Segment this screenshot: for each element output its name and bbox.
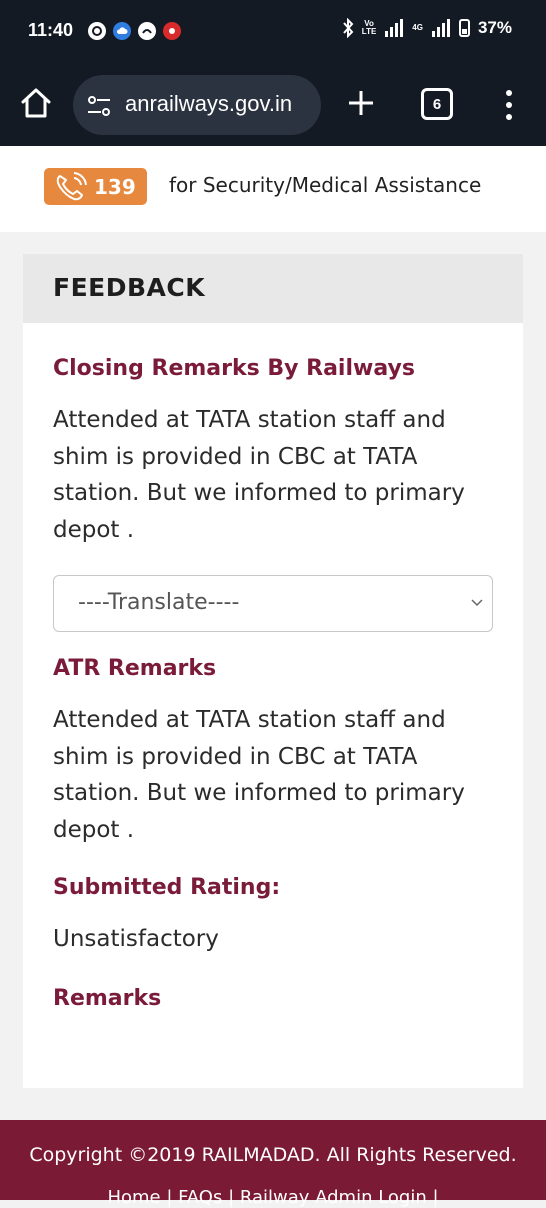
footer: Copyright ©2019 RAILMADAD. All Rights Re…: [0, 1120, 546, 1208]
notification-icon-3: [138, 22, 156, 40]
footer-links[interactable]: Home | FAQs | Railway Admin Login |: [0, 1187, 546, 1208]
atr-remarks-heading: ATR Remarks: [53, 656, 217, 681]
page-content: 139 for Security/Medical Assistance FEED…: [0, 146, 546, 1120]
phone-icon: [56, 171, 87, 200]
battery-percent: 37%: [477, 18, 512, 37]
network-4g-indicator: 4G: [412, 23, 423, 32]
browser-toolbar: anrailways.gov.in 6: [0, 64, 546, 146]
address-bar[interactable]: anrailways.gov.in: [73, 75, 321, 135]
feedback-header: FEEDBACK: [23, 254, 523, 323]
submitted-rating-value: Unsatisfactory: [53, 926, 219, 952]
submitted-rating-heading: Submitted Rating:: [53, 875, 281, 900]
closing-remarks-text: Attended at TATA station staff and shim …: [53, 407, 465, 543]
chevron-down-icon: [471, 599, 483, 607]
volte-indicator: Vo LTE: [361, 19, 377, 36]
atr-remarks-text: Attended at TATA station staff and shim …: [53, 707, 465, 843]
app-notification-icon: [163, 22, 181, 40]
home-icon[interactable]: [20, 86, 52, 120]
url-text: anrailways.gov.in: [125, 91, 293, 116]
site-settings-icon[interactable]: [86, 93, 112, 119]
status-time: 11:40: [28, 20, 74, 40]
helpline-number: 139: [94, 174, 136, 199]
notification-icon-1: [88, 22, 106, 40]
helpline-banner: 139 for Security/Medical Assistance: [0, 146, 546, 232]
status-right-group: Vo LTE 4G 37%: [342, 18, 512, 38]
cloud-notification-icon: [113, 22, 131, 40]
closing-remarks-heading: Closing Remarks By Railways: [53, 356, 415, 381]
helpline-badge[interactable]: 139: [44, 168, 147, 205]
signal-icon-1: [385, 19, 404, 37]
new-tab-icon[interactable]: [346, 88, 376, 118]
helpline-text: for Security/Medical Assistance: [169, 173, 482, 197]
translate-selected-option: ----Translate----: [78, 590, 240, 615]
translate-select[interactable]: ----Translate----: [53, 575, 493, 632]
remarks-heading: Remarks: [53, 986, 162, 1011]
feedback-title: FEEDBACK: [53, 273, 206, 302]
more-options-icon[interactable]: [500, 88, 518, 122]
status-bar: 11:40 Vo LTE 4G 37%: [0, 0, 546, 64]
signal-icon-2: [431, 19, 450, 37]
bluetooth-icon: [343, 18, 354, 38]
battery-icon: [458, 19, 470, 37]
footer-copyright: Copyright ©2019 RAILMADAD. All Rights Re…: [29, 1144, 517, 1166]
tab-switcher-button[interactable]: 6: [421, 88, 453, 120]
feedback-card: FEEDBACK Closing Remarks By Railways Att…: [23, 254, 523, 1088]
